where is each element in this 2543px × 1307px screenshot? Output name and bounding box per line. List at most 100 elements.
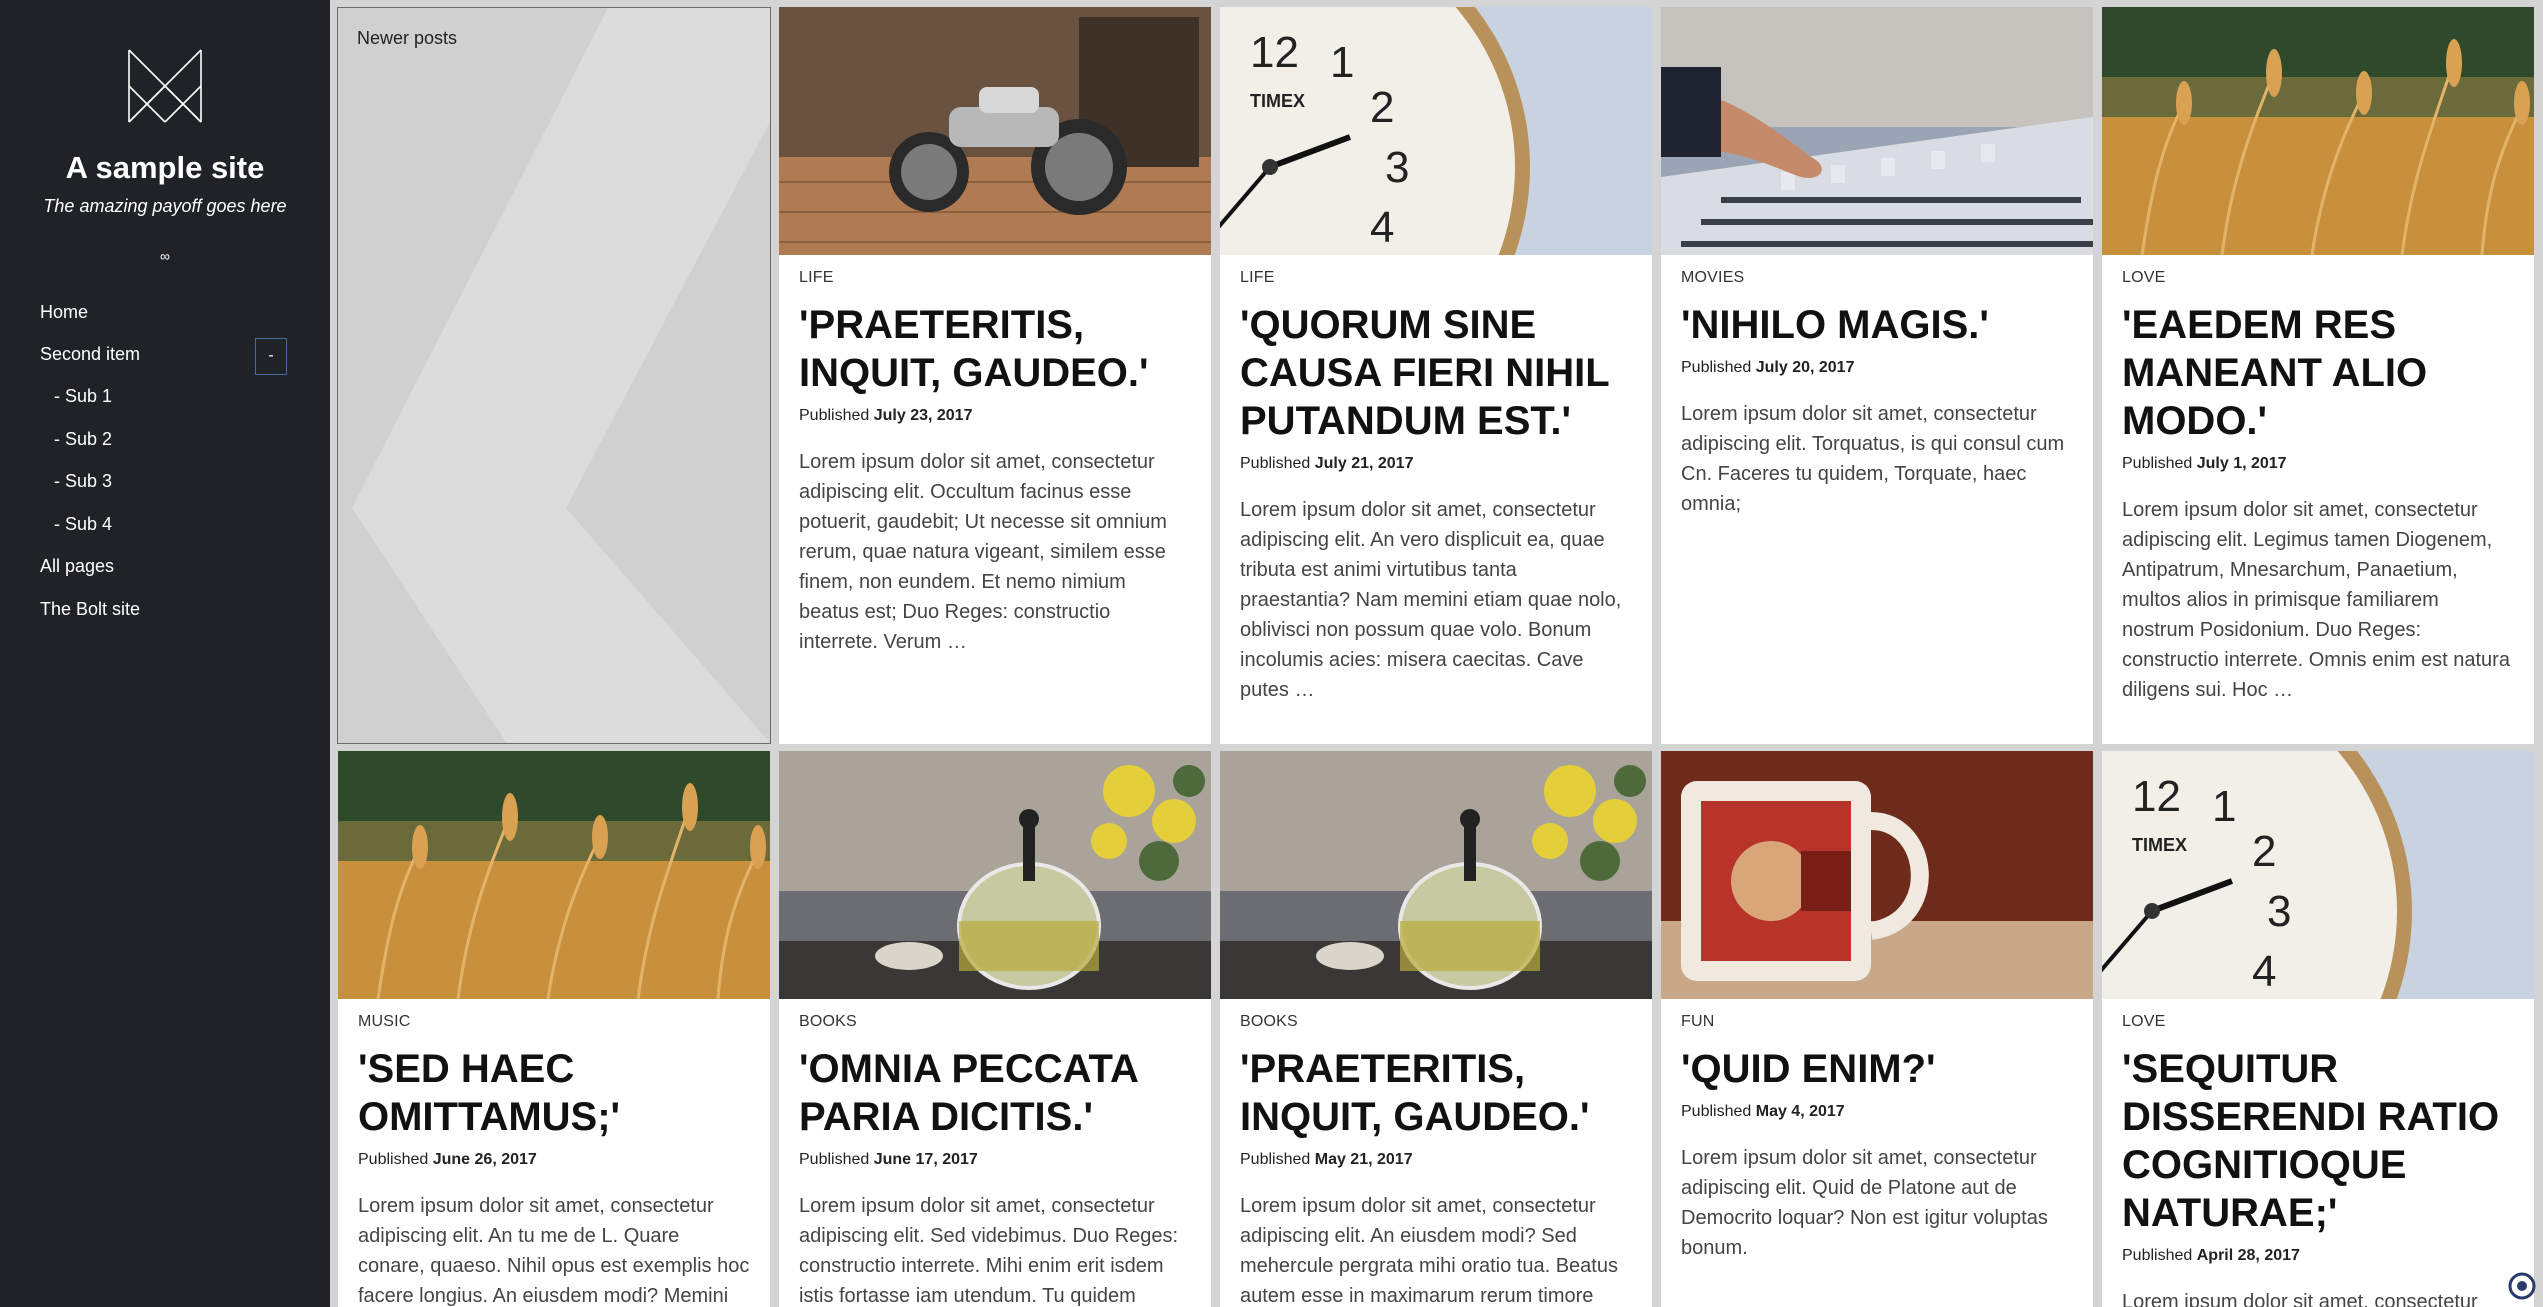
post-thumbnail[interactable]: 12 1 2 3 4 TIMEX — [1220, 7, 1652, 255]
post-title[interactable]: 'PRAETERITIS, INQUIT, GAUDEO.' — [1240, 1045, 1632, 1141]
published-label: Published — [799, 1151, 870, 1168]
post-meta: Published April 28, 2017 — [2122, 1247, 2514, 1265]
post-title[interactable]: 'SEQUITUR DISSERENDI RATIO COGNITIOQUE N… — [2122, 1045, 2514, 1237]
published-label: Published — [1240, 1151, 1311, 1168]
nav-sub-1[interactable]: - Sub 1 — [54, 382, 112, 410]
post-meta: Published July 20, 2017 — [1681, 359, 2073, 377]
submenu-toggle-button[interactable]: - — [255, 338, 287, 375]
post-card[interactable]: MUSIC 'SED HAEC OMITTAMUS;' Published Ju… — [338, 751, 770, 1307]
post-card[interactable]: BOOKS 'OMNIA PECCATA PARIA DICITIS.' Pub… — [779, 751, 1211, 1307]
nav-second-item[interactable]: Second item — [40, 340, 140, 368]
post-excerpt: Lorem ipsum dolor sit amet, consectetur … — [1681, 403, 2065, 515]
post-date: May 21, 2017 — [1314, 1151, 1413, 1168]
nav-bolt-site[interactable]: The Bolt site — [40, 595, 140, 623]
post-card[interactable]: BOOKS 'PRAETERITIS, INQUIT, GAUDEO.' Pub… — [1220, 751, 1652, 1307]
svg-text:12: 12 — [1250, 28, 1299, 77]
post-title[interactable]: 'SED HAEC OMITTAMUS;' — [358, 1045, 750, 1141]
chevron-left-icon — [352, 8, 770, 743]
sidebar: A sample site The amazing payoff goes he… — [0, 0, 330, 1307]
post-date: July 23, 2017 — [873, 407, 973, 424]
published-label: Published — [2122, 455, 2193, 472]
svg-text:12: 12 — [2132, 772, 2181, 821]
post-meta: Published July 21, 2017 — [1240, 455, 1632, 473]
svg-text:4: 4 — [1370, 203, 1394, 252]
post-date: April 28, 2017 — [2196, 1247, 2300, 1264]
post-title[interactable]: 'QUID ENIM?' — [1681, 1045, 2073, 1093]
newer-posts-link[interactable]: Newer posts — [337, 7, 771, 744]
svg-text:3: 3 — [1385, 143, 1409, 192]
post-category[interactable]: MOVIES — [1681, 269, 2073, 287]
post-title[interactable]: 'EAEDEM RES MANEANT ALIO MODO.' — [2122, 301, 2514, 445]
sidebar-separator: ∞ — [160, 248, 170, 264]
svg-text:2: 2 — [1370, 83, 1394, 132]
svg-text:1: 1 — [2212, 782, 2236, 831]
nav-sub-4[interactable]: - Sub 4 — [54, 510, 112, 538]
post-meta: Published May 4, 2017 — [1681, 1103, 2073, 1121]
post-thumbnail[interactable] — [779, 7, 1211, 255]
svg-text:TIMEX: TIMEX — [2132, 835, 2187, 855]
post-excerpt: Lorem ipsum dolor sit amet, consectetur … — [2122, 499, 2510, 701]
post-card[interactable]: LOVE 'EAEDEM RES MANEANT ALIO MODO.' Pub… — [2102, 7, 2534, 744]
published-label: Published — [1240, 455, 1311, 472]
post-date: July 20, 2017 — [1755, 359, 1855, 376]
post-meta: Published May 21, 2017 — [1240, 1151, 1632, 1169]
site-title[interactable]: A sample site — [0, 150, 330, 186]
post-excerpt: Lorem ipsum dolor sit amet, consectetur … — [358, 1195, 750, 1307]
published-label: Published — [799, 407, 870, 424]
post-excerpt: Lorem ipsum dolor sit amet, consectetur — [2122, 1291, 2478, 1307]
post-category[interactable]: LIFE — [799, 269, 1191, 287]
post-excerpt: Lorem ipsum dolor sit amet, consectetur … — [799, 451, 1167, 653]
post-thumbnail[interactable] — [338, 751, 770, 999]
newer-posts-label: Newer posts — [357, 28, 458, 48]
nav-sub-2[interactable]: - Sub 2 — [54, 425, 112, 453]
post-title[interactable]: 'PRAETERITIS, INQUIT, GAUDEO.' — [799, 301, 1191, 397]
post-title[interactable]: 'NIHILO MAGIS.' — [1681, 301, 2073, 349]
post-meta: Published July 1, 2017 — [2122, 455, 2514, 473]
post-excerpt: Lorem ipsum dolor sit amet, consectetur … — [1240, 1195, 1618, 1307]
svg-text:2: 2 — [2252, 827, 2276, 876]
post-date: June 17, 2017 — [873, 1151, 978, 1168]
post-card[interactable]: FUN 'QUID ENIM?' Published May 4, 2017 L… — [1661, 751, 2093, 1307]
svg-text:4: 4 — [2252, 947, 2276, 996]
site-payoff: The amazing payoff goes here — [43, 196, 287, 216]
post-thumbnail[interactable] — [1220, 751, 1652, 999]
post-category[interactable]: BOOKS — [799, 1013, 1191, 1031]
nav-home[interactable]: Home — [40, 298, 88, 326]
post-excerpt: Lorem ipsum dolor sit amet, consectetur … — [1681, 1147, 2048, 1259]
post-date: May 4, 2017 — [1755, 1103, 1845, 1120]
post-meta: Published July 23, 2017 — [799, 407, 1191, 425]
post-category[interactable]: MUSIC — [358, 1013, 750, 1031]
post-thumbnail[interactable] — [1661, 7, 2093, 255]
nav-all-pages[interactable]: All pages — [40, 552, 114, 580]
post-card[interactable]: LIFE 'PRAETERITIS, INQUIT, GAUDEO.' Publ… — [779, 7, 1211, 744]
published-label: Published — [1681, 1103, 1752, 1120]
post-title[interactable]: 'OMNIA PECCATA PARIA DICITIS.' — [799, 1045, 1191, 1141]
post-category[interactable]: LIFE — [1240, 269, 1632, 287]
post-thumbnail[interactable] — [779, 751, 1211, 999]
published-label: Published — [1681, 359, 1752, 376]
post-meta: Published June 17, 2017 — [799, 1151, 1191, 1169]
svg-text:TIMEX: TIMEX — [1250, 91, 1305, 111]
site-logo-icon[interactable] — [127, 48, 203, 124]
post-thumbnail[interactable] — [1661, 751, 2093, 999]
post-category[interactable]: LOVE — [2122, 269, 2514, 287]
post-thumbnail[interactable] — [2102, 7, 2534, 255]
post-card[interactable]: 12 1 2 3 4 TIMEX LOVE 'SEQUITUR DISSERENDI R… — [2102, 751, 2534, 1307]
bolt-settings-icon[interactable] — [2508, 1272, 2536, 1300]
published-label: Published — [2122, 1247, 2193, 1264]
post-excerpt: Lorem ipsum dolor sit amet, consectetur … — [1240, 499, 1622, 701]
nav-sub-3[interactable]: - Sub 3 — [54, 467, 112, 495]
post-title[interactable]: 'QUORUM SINE CAUSA FIERI NIHIL PUTANDUM … — [1240, 301, 1632, 445]
post-date: June 26, 2017 — [432, 1151, 537, 1168]
post-thumbnail[interactable]: 12 1 2 3 4 TIMEX — [2102, 751, 2534, 999]
post-category[interactable]: BOOKS — [1240, 1013, 1632, 1031]
published-label: Published — [358, 1151, 429, 1168]
post-category[interactable]: LOVE — [2122, 1013, 2514, 1031]
post-card[interactable]: MOVIES 'NIHILO MAGIS.' Published July 20… — [1661, 7, 2093, 744]
post-card[interactable]: 12 1 2 3 4 TIMEX LIFE 'QUORUM SINE CAUSA FIE… — [1220, 7, 1652, 744]
post-excerpt: Lorem ipsum dolor sit amet, consectetur … — [799, 1195, 1179, 1307]
post-date: July 1, 2017 — [2196, 455, 2287, 472]
post-category[interactable]: FUN — [1681, 1013, 2073, 1031]
svg-text:3: 3 — [2267, 887, 2291, 936]
post-date: July 21, 2017 — [1314, 455, 1414, 472]
